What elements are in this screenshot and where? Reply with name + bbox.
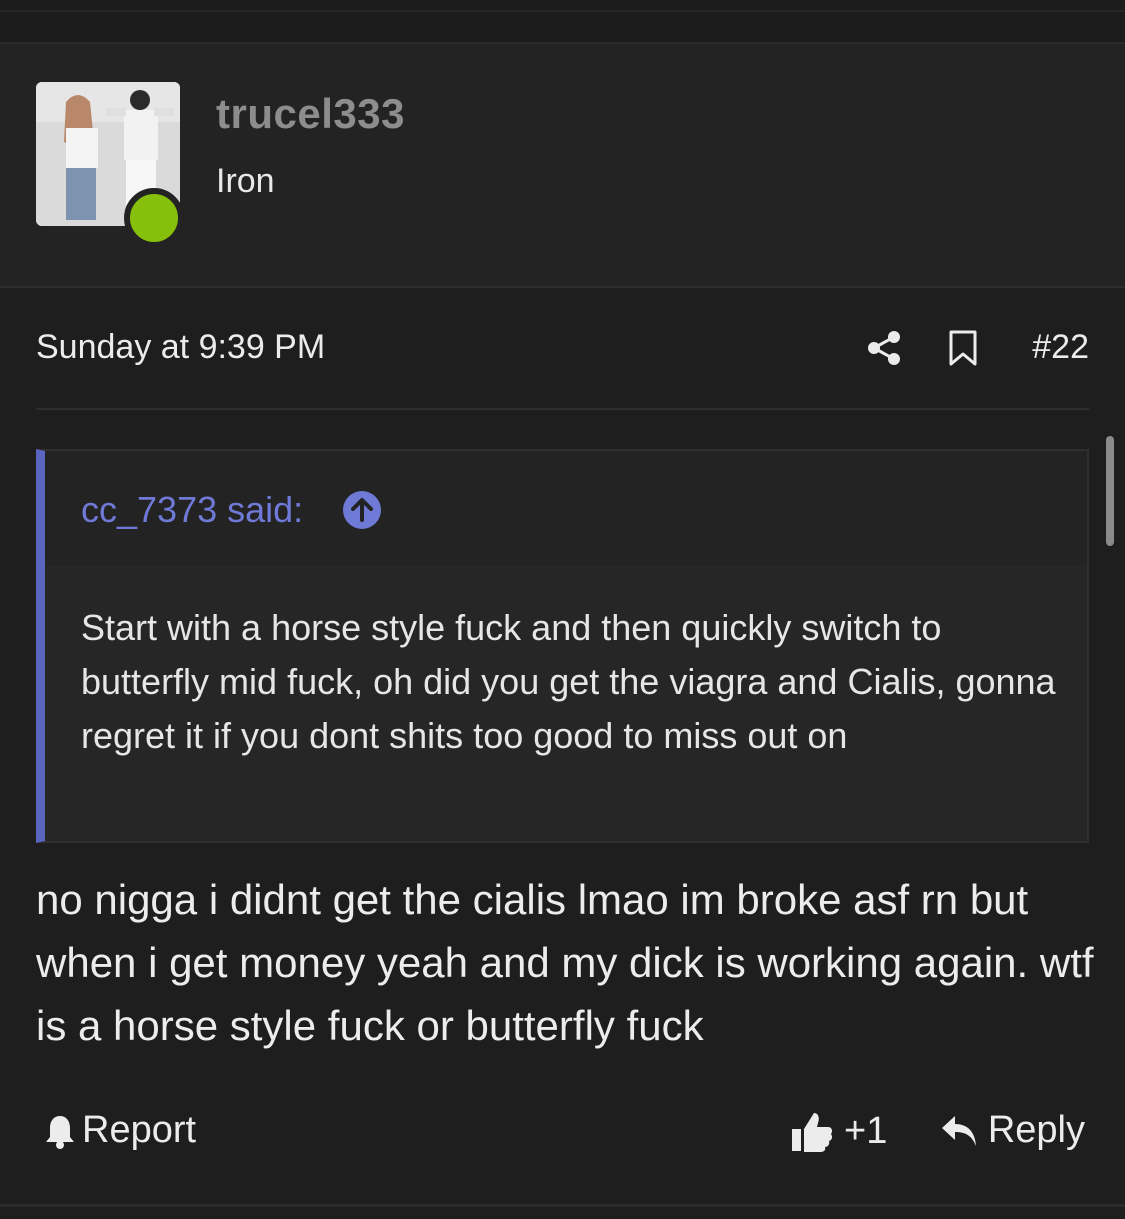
like-count: +1	[844, 1109, 888, 1152]
arrow-up-circle-icon[interactable]	[343, 491, 381, 529]
report-label: Report	[82, 1109, 197, 1151]
scrollbar[interactable]	[1106, 436, 1114, 546]
top-strip	[0, 0, 1125, 44]
divider	[36, 408, 1089, 410]
reply-label: Reply	[987, 1109, 1085, 1151]
bookmark-icon[interactable]	[948, 330, 978, 366]
reply-icon	[941, 1115, 976, 1146]
bell-icon	[46, 1115, 74, 1149]
user-header: trucel333 Iron	[0, 44, 1125, 332]
post-number[interactable]: #22	[1032, 328, 1089, 367]
quote-header: cc_7373 said:	[45, 451, 1087, 566]
post-meta: Sunday at 9:39 PM #22	[36, 320, 1089, 380]
report-button[interactable]: Report	[44, 1109, 196, 1152]
post-timestamp[interactable]: Sunday at 9:39 PM	[36, 328, 325, 367]
post-actions: Report +1 Reply	[36, 1105, 1089, 1161]
like-button[interactable]: +1	[790, 1109, 887, 1153]
thumbs-up-icon	[792, 1113, 833, 1152]
divider	[0, 1204, 1125, 1207]
post-text: no nigga i didnt get the cialis lmao im …	[36, 876, 1094, 1049]
quote-text: Start with a horse style fuck and then q…	[81, 607, 1056, 756]
share-icon[interactable]	[866, 330, 902, 366]
online-status-icon	[124, 188, 184, 248]
username[interactable]: trucel333	[216, 90, 405, 138]
quote-author[interactable]: cc_7373 said:	[81, 489, 303, 531]
user-title: Iron	[216, 162, 275, 200]
reply-button[interactable]: Reply	[940, 1109, 1085, 1152]
quote-block: cc_7373 said: Start with a horse style f…	[36, 449, 1089, 843]
